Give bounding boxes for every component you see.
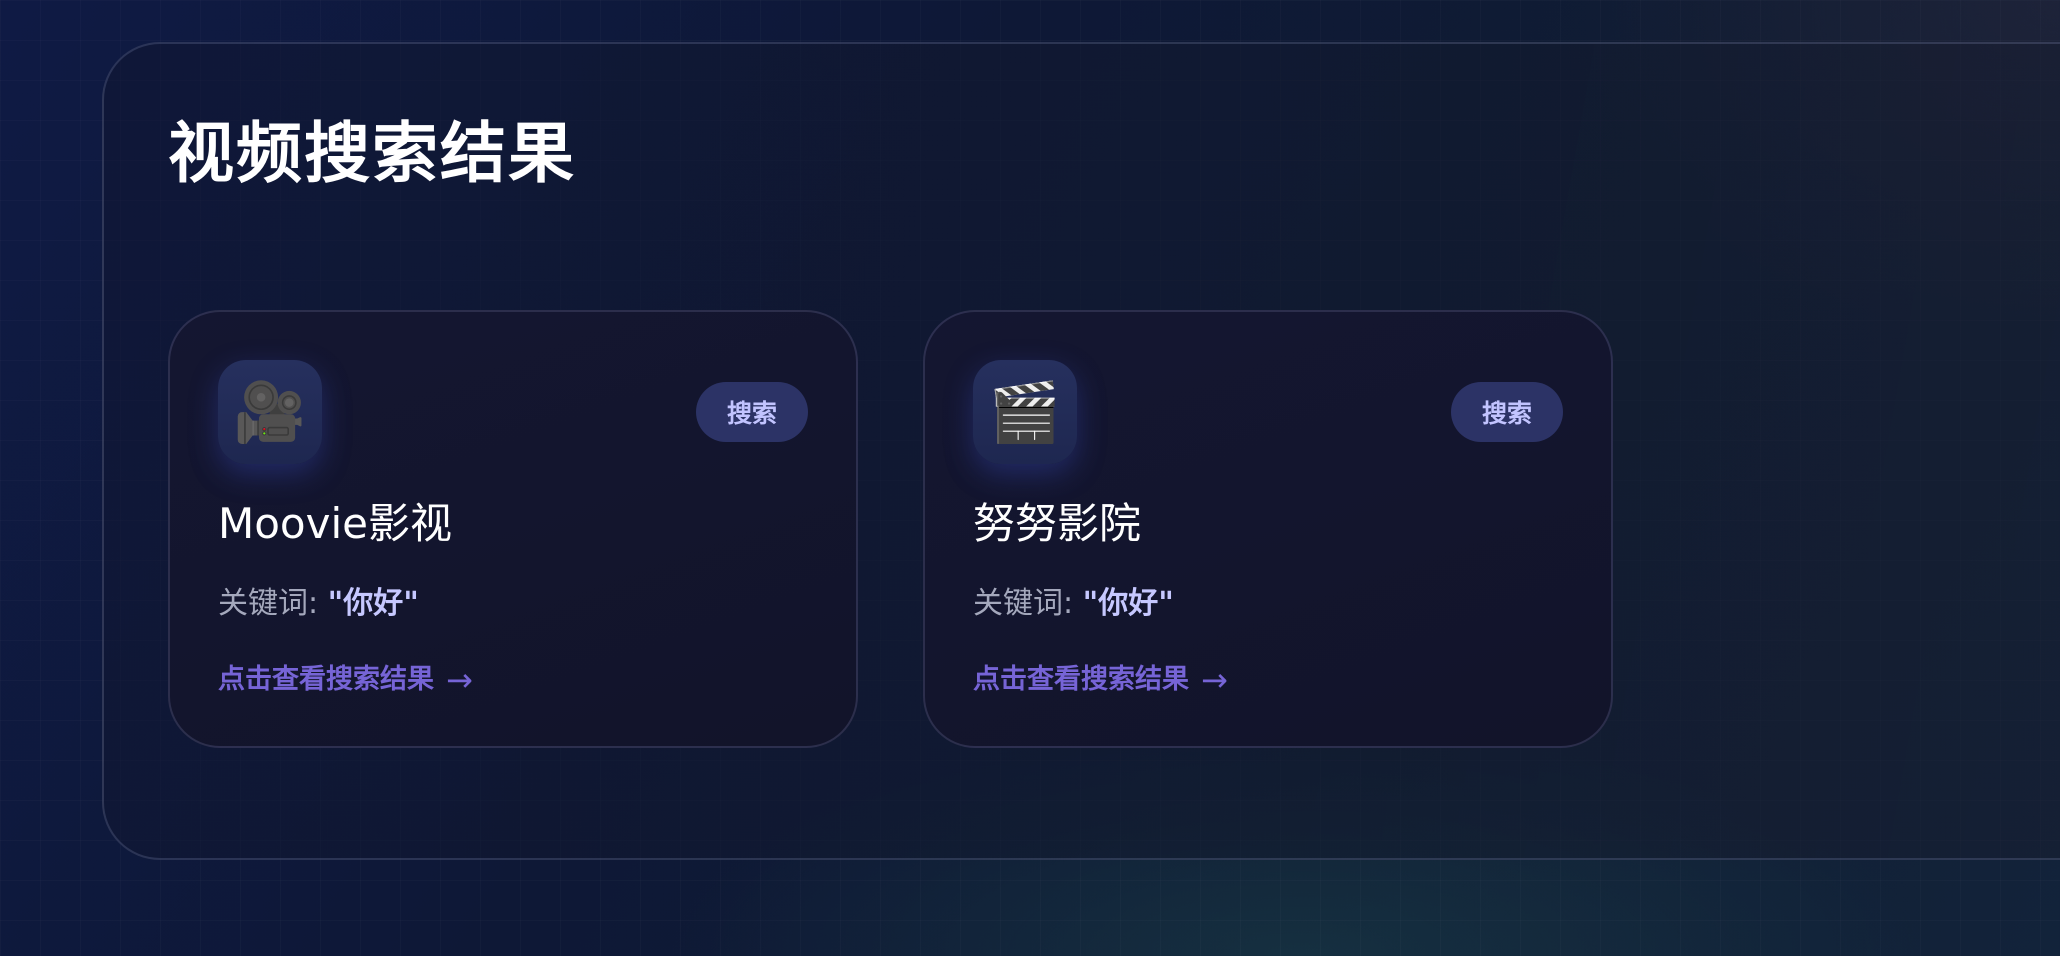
search-button[interactable]: 搜索 [696, 382, 808, 442]
keyword-label: 关键词: [218, 586, 328, 621]
view-results-label: 点击查看搜索结果 [218, 664, 434, 695]
search-button[interactable]: 搜索 [1451, 382, 1563, 442]
arrow-right-icon: → [446, 661, 473, 699]
keyword-value: "你好" [327, 586, 419, 621]
arrow-right-icon: → [1201, 661, 1228, 699]
result-card-nunu[interactable]: 🎬 搜索 努努影院 关键词: "你好" 点击查看搜索结果 → [923, 310, 1613, 748]
clapper-board-icon: 🎬 [973, 360, 1077, 464]
view-results-label: 点击查看搜索结果 [973, 664, 1189, 695]
view-results-link[interactable]: 点击查看搜索结果 → [218, 662, 473, 698]
keyword-label: 关键词: [973, 586, 1083, 621]
site-name: 努努影院 [973, 499, 1142, 548]
keyword-value: "你好" [1082, 586, 1174, 621]
view-results-link[interactable]: 点击查看搜索结果 → [973, 662, 1228, 698]
keyword-line: 关键词: "你好" [973, 584, 1174, 624]
keyword-line: 关键词: "你好" [218, 584, 419, 624]
site-name: Moovie影视 [218, 499, 452, 548]
result-card-moovie[interactable]: 🎥 搜索 Moovie影视 关键词: "你好" 点击查看搜索结果 → [168, 310, 858, 748]
page-title: 视频搜索结果 [168, 115, 576, 192]
movie-camera-icon: 🎥 [218, 360, 322, 464]
